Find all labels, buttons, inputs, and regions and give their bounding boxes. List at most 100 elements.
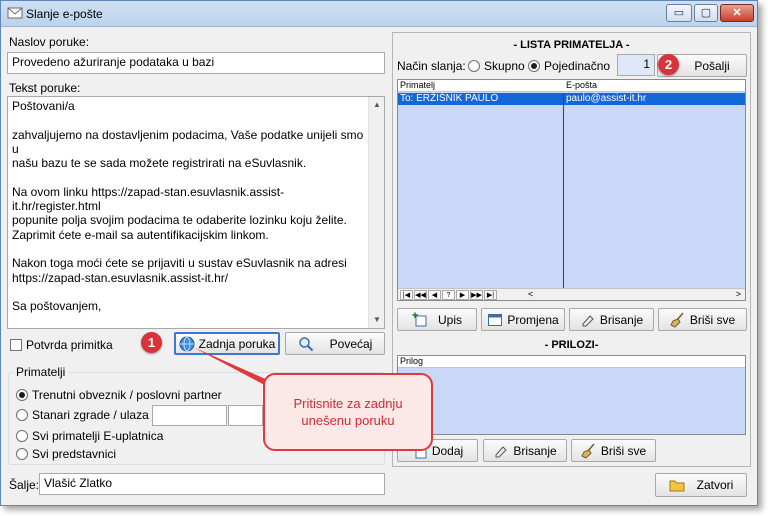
radio-dot[interactable] (528, 60, 540, 72)
radio-dot[interactable] (16, 448, 28, 460)
header-email: E-pošta (566, 80, 598, 90)
eraser-icon (495, 445, 508, 457)
radio-label: Svi primatelji E-uplatnica (32, 429, 164, 443)
step-badge-1: 1 (141, 332, 162, 353)
radio-label: Trenutni obveznik / poslovni partner (32, 388, 222, 402)
callout-note: Pritisnite za zadnju unešenu poruku (263, 373, 433, 451)
add-label: Upis (437, 312, 462, 327)
radio-send-group[interactable]: Skupno (468, 59, 525, 73)
message-body-textarea[interactable]: Poštovani/a zahvaljujemo na dostavljenim … (7, 96, 385, 329)
edit-recipient-button[interactable]: Promjena (481, 308, 565, 331)
delete-label: Brisanje (599, 312, 644, 327)
add-attachment-label: Dodaj (431, 443, 464, 458)
radio-label: Stanari zgrade / ulaza (32, 408, 149, 422)
message-paragraph: Na ovom linku https://zapad-stan.esuvlas… (12, 184, 347, 242)
column-divider (563, 93, 564, 289)
callout-line-2: unešenu poruku (301, 413, 395, 428)
radio-current-payer[interactable]: Trenutni obveznik / poslovni partner (16, 388, 222, 402)
envelope-icon (7, 7, 23, 19)
navigator-button[interactable]: |◀ (400, 290, 413, 300)
window-title: Slanje e-pošte (26, 7, 103, 21)
delete-all-label: Briši sve (689, 312, 736, 327)
message-paragraph: zahvaljujemo na dostavljenim podacima, V… (12, 127, 364, 171)
scroll-left-icon[interactable]: < (528, 289, 533, 299)
delete-all-recipients-button[interactable]: Briši sve (658, 308, 747, 331)
navigator-button[interactable]: ◀ (428, 290, 441, 300)
last-message-label: Zadnja poruka (198, 336, 276, 351)
edit-label: Promjena (507, 312, 559, 327)
sender-label: Šalje: (9, 478, 40, 492)
attachments-title: - PRILOZI- (544, 339, 599, 351)
last-message-button[interactable]: Zadnja poruka (174, 332, 280, 355)
radio-building-tenants[interactable]: Stanari zgrade / ulaza (16, 408, 149, 422)
subject-label: Naslov poruke: (9, 35, 90, 49)
radio-dot[interactable] (16, 389, 28, 401)
radio-all-e-slip-recipients[interactable]: Svi primatelji E-uplatnica (16, 429, 163, 443)
minimize-button[interactable]: ▭ (666, 4, 692, 22)
attachments-grid[interactable]: Prilog (397, 355, 746, 435)
enlarge-label: Povećaj (329, 336, 373, 351)
header-attachment: Prilog (400, 356, 424, 366)
body-scrollbar[interactable]: ▲ ▼ (368, 97, 384, 328)
scroll-right-icon[interactable]: > (736, 289, 741, 299)
magnifier-icon (298, 336, 313, 351)
navigator-button[interactable]: ? (442, 290, 455, 300)
broom-icon (581, 443, 595, 459)
close-window-button[interactable]: ✕ (720, 4, 754, 22)
recipient-count-field: 1 (617, 54, 655, 76)
step-badge-2: 2 (658, 54, 679, 75)
radio-send-individual[interactable]: Pojedinačno (528, 59, 610, 73)
radio-label: Pojedinačno (544, 59, 611, 73)
delete-recipient-button[interactable]: Brisanje (569, 308, 654, 331)
close-button[interactable]: Zatvori (655, 473, 747, 497)
radio-dot[interactable] (16, 430, 28, 442)
title-bar: Slanje e-pošte ▭ ▢ ✕ (1, 1, 757, 27)
delete-attachment-label: Brisanje (513, 443, 557, 458)
recipients-list-title: - LISTA PRIMATELJA - (513, 39, 630, 51)
scroll-down-icon[interactable]: ▼ (369, 312, 384, 328)
recipients-grid[interactable]: Primatelj E-pošta To: ERŽIŠNIK PAULO pau… (397, 79, 746, 301)
radio-label: Svi predstavnici (32, 447, 117, 461)
close-label: Zatvori (696, 478, 734, 492)
add-row-icon (412, 312, 427, 326)
confirm-receipt-checkbox[interactable]: Potvrda primitka (10, 338, 113, 352)
navigator-button[interactable]: ▶▶ (470, 290, 483, 300)
delete-attachment-button[interactable]: Brisanje (483, 439, 567, 462)
sender-input[interactable]: Vlašić Zlatko (39, 473, 385, 495)
table-row[interactable]: To: ERŽIŠNIK PAULO paulo@assist-it.hr (398, 93, 745, 105)
scroll-up-icon[interactable]: ▲ (369, 97, 384, 113)
body-label: Tekst poruke: (9, 81, 81, 95)
checkbox-box[interactable] (10, 339, 22, 351)
add-recipient-button[interactable]: Upis (397, 308, 477, 331)
send-mode-label: Način slanja: (397, 59, 466, 73)
folder-icon (669, 480, 685, 492)
building-input[interactable] (152, 405, 227, 426)
navigator-button[interactable]: ▶| (484, 290, 497, 300)
attachments-header: Prilog (398, 356, 745, 368)
radio-label: Skupno (484, 59, 525, 73)
grid-header: Primatelj E-pošta (398, 80, 745, 92)
delete-all-attachments-button[interactable]: Briši sve (571, 439, 656, 462)
subject-input[interactable]: Provedeno ažuriranje podataka u bazi (7, 52, 385, 74)
globe-icon (179, 336, 195, 351)
message-paragraph: Zapad-Stan d.o.o. Ante Topić Mimare 61b,… (12, 328, 364, 329)
message-paragraph: Sa poštovanjem, (12, 299, 102, 314)
callout-line-1: Pritisnite za zadnju (293, 396, 403, 411)
radio-dot[interactable] (16, 409, 28, 421)
navigator-button[interactable]: ▶ (456, 290, 469, 300)
navigator-button[interactable]: ◀◀ (414, 290, 427, 300)
row-email: paulo@assist-it.hr (566, 93, 647, 104)
edit-form-icon (488, 313, 503, 326)
maximize-button[interactable]: ▢ (694, 4, 718, 22)
email-dialog: Slanje e-pošte ▭ ▢ ✕ Naslov poruke: Prov… (0, 0, 758, 506)
radio-all-representatives[interactable]: Svi predstavnici (16, 447, 116, 461)
row-recipient: To: ERŽIŠNIK PAULO (400, 93, 499, 104)
recipients-group-title: Primatelji (13, 365, 69, 379)
eraser-icon (582, 314, 594, 326)
entrance-input[interactable] (228, 405, 263, 426)
confirm-receipt-label: Potvrda primitka (26, 338, 113, 352)
message-paragraph: Nakon toga moći ćete se prijaviti u sust… (12, 256, 347, 285)
enlarge-button[interactable]: Povećaj (285, 332, 385, 355)
radio-dot[interactable] (468, 60, 480, 72)
grid-navigator: |◀ ◀◀ ◀? ▶ ▶▶ ▶| < > (398, 288, 745, 300)
